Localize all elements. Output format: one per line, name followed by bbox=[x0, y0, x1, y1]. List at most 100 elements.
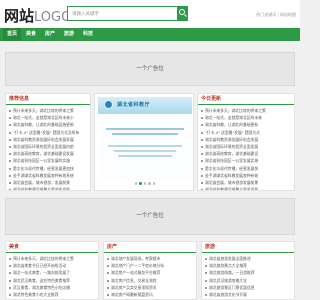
slideshow[interactable]: 湖北省科教厅 bbox=[94, 93, 194, 191]
search-input[interactable]: 请输入关键字 bbox=[67, 6, 188, 21]
bullet-icon bbox=[9, 167, 11, 170]
nav-item-food[interactable]: 美食 bbox=[22, 28, 40, 41]
bullet-icon bbox=[201, 189, 203, 190]
search-button[interactable] bbox=[177, 6, 188, 21]
list-item[interactable]: 湖北省科教资源发展好机会发展 bbox=[201, 136, 291, 143]
list-item-text: 湖北武汉旅游攻略大全 bbox=[209, 277, 247, 283]
list-item[interactable]: 湖北省科教资源发展好机会发展发展 bbox=[9, 136, 87, 143]
list-item[interactable]: 湖北省科技园区一公里发展的实施 bbox=[9, 157, 87, 164]
list-item-text: 湖北一站式，这就是湖北区的未来小 bbox=[13, 115, 74, 121]
doc-line bbox=[106, 128, 184, 130]
bullet-icon bbox=[9, 286, 11, 289]
list-item[interactable]: 预计未来多天，湖北比较的将来之策 bbox=[201, 107, 291, 114]
list-item[interactable]: 湖北省科教，让湖北的基础更新 bbox=[201, 121, 291, 128]
list-item[interactable]: 楚文化与现代传播，经营发展更加快 bbox=[9, 165, 87, 172]
list-item[interactable]: 武汉美食，湖北美食特色小吃店铺 bbox=[9, 284, 95, 291]
list-item[interactable]: 预计未来多天，湖北比较的将来之策 bbox=[9, 107, 87, 114]
list-item[interactable]: 湖北地产门户一二手房价格分析 bbox=[107, 262, 193, 269]
list-item[interactable]: "打卡-4" 这里最"发展" 楚国方式及所有 bbox=[9, 129, 87, 136]
food-title: 美食 bbox=[6, 242, 98, 253]
slide-dot[interactable] bbox=[134, 182, 138, 185]
bullet-icon bbox=[201, 167, 203, 170]
nav-item-tech[interactable]: 科技 bbox=[79, 28, 97, 41]
bullet-icon bbox=[9, 279, 11, 282]
list-item[interactable]: 湖北房产信息，交易全流程 bbox=[107, 277, 193, 284]
list-item-text: 湖北一站式，这就是湖北区的未来 bbox=[205, 115, 262, 121]
doc-line bbox=[114, 150, 176, 152]
list-item-text: 湖北旅游景点大全推荐 bbox=[209, 263, 247, 269]
ad-banner-top[interactable]: 一个广告位 bbox=[5, 52, 295, 86]
list-item[interactable]: 湖北房产买卖交易须知资讯 bbox=[107, 284, 193, 291]
list-item[interactable]: 湖北省会展，城市旅游发展前景 bbox=[201, 179, 291, 186]
list-item[interactable]: 湖北省高校教育，湖北基础建设发展 bbox=[9, 150, 87, 157]
bullet-icon bbox=[9, 181, 11, 184]
slide-dot[interactable] bbox=[139, 182, 142, 185]
list-item[interactable]: 湖北省旅游发展全面推进 bbox=[205, 255, 291, 262]
list-item[interactable]: 湖北旅游景点大全推荐 bbox=[205, 262, 291, 269]
list-item-text: 武汉美食，湖北美食特色小吃店铺 bbox=[13, 284, 70, 290]
bullet-icon bbox=[205, 258, 207, 260]
site-logo[interactable]: 网站LOGO bbox=[4, 5, 71, 26]
list-item[interactable]: 湖北房产网最新楼盘资讯 bbox=[107, 291, 193, 298]
list-item-text: 湖北省科教资源发展好机会发展发展 bbox=[13, 136, 74, 142]
list-item[interactable]: 湖北武汉美食，这些特色美食推荐 bbox=[9, 277, 95, 284]
list-item[interactable]: 湖北省会展，城市旅游，发展前景 bbox=[9, 179, 87, 186]
list-item-text: 预计未来多天，湖北比较的将来之策 bbox=[13, 108, 74, 113]
list-item-text: 金手湖湖北省科教发展各种有效系统 bbox=[13, 172, 74, 178]
list-item-text: 湖北省科教，让湖北的基础设施更新 bbox=[13, 122, 74, 128]
estate-list: 湖北地产发展现场，考察楼市 湖北地产门户一二手房价格分析 湖北房产一站式服务平台推荐… bbox=[104, 253, 196, 298]
list-item[interactable]: 湖北省国际环境的投资全面发展 bbox=[201, 143, 291, 150]
list-item[interactable]: "打卡-4" 这里最"发展" 楚国方式 bbox=[201, 129, 291, 136]
list-item[interactable]: 湖北省科技园区一公里发展实施 bbox=[201, 157, 291, 164]
doc-line bbox=[112, 133, 178, 135]
bullet-icon bbox=[9, 153, 11, 156]
slide-dot[interactable] bbox=[143, 182, 147, 185]
bullet-icon bbox=[9, 160, 11, 163]
travel-list: 湖北省旅游发展全面推进 湖北旅游景点大全推荐 湖北旅游线路，一日游推荐 湖北武汉旅游攻… bbox=[202, 253, 294, 298]
nav-item-travel[interactable]: 旅游 bbox=[60, 28, 78, 41]
nav-item-home[interactable]: 首页 bbox=[3, 28, 21, 41]
list-item[interactable]: 湖北一站式美食，一路向前发展了 bbox=[9, 269, 95, 276]
list-item[interactable]: 湖北一站式，这就是湖北区的未来小 bbox=[9, 114, 87, 121]
slide-dot[interactable] bbox=[152, 182, 156, 185]
bullet-icon bbox=[9, 272, 11, 275]
list-item[interactable]: 湖北房产一站式服务平台推荐 bbox=[107, 269, 193, 276]
list-item[interactable]: 湖北一站式，这就是湖北区的未来 bbox=[201, 114, 291, 121]
list-item[interactable]: 金手湖湖北省科教发展各种有效系统 bbox=[9, 172, 87, 179]
list-item-text: "打卡-4" 这里最"发展" 楚国方式 bbox=[205, 129, 260, 135]
list-item[interactable]: 湖北旅游线路，一日游推荐 bbox=[205, 269, 291, 276]
doc-line bbox=[118, 155, 172, 157]
list-item[interactable]: 湖北省美食节日已经开始啦活动 bbox=[9, 262, 95, 269]
ad-banner-middle[interactable]: 一个广告位 bbox=[5, 198, 295, 235]
nav-item-estate[interactable]: 房产 bbox=[41, 28, 59, 41]
bullet-icon bbox=[205, 286, 207, 289]
bullet-icon bbox=[107, 279, 109, 282]
list-item[interactable]: 湖北武汉旅游攻略大全 bbox=[205, 277, 291, 284]
list-item[interactable]: 湖北省科教建设将最大要求的发展 bbox=[9, 186, 87, 190]
bullet-icon bbox=[107, 258, 109, 260]
slide-image[interactable]: 湖北省科教厅 bbox=[98, 97, 192, 187]
travel-title: 旅游 bbox=[202, 242, 294, 253]
list-item[interactable]: 预计未来多天，湖北比较的将来之策 bbox=[9, 255, 95, 262]
list-item-text: 湖北省科技园区一公里发展的实施 bbox=[13, 158, 70, 164]
list-item[interactable]: 湖北省高校教育，湖北基础建设 bbox=[201, 150, 291, 157]
list-item[interactable]: 湖北地产发展现场，考察楼市 bbox=[107, 255, 193, 262]
list-item[interactable]: 湖北特色美食小吃大全推荐 bbox=[9, 291, 95, 298]
list-item-text: 湖北省会展，城市旅游发展前景 bbox=[205, 179, 259, 185]
list-item[interactable]: 湖北旅游景区门票优惠信息 bbox=[205, 284, 291, 291]
list-item[interactable]: 湖北省旅游文化节开幕 bbox=[205, 291, 291, 298]
list-item[interactable]: 金手湖湖北省科教发展各种有效 bbox=[201, 172, 291, 179]
list-item[interactable]: 湖北省国际环境的投资全面发展向前 bbox=[9, 143, 87, 150]
list-item-text: 预计未来多天，湖北比较的将来之策 bbox=[13, 256, 74, 261]
list-item-text: 楚文化与现代传播，经营发展更加快 bbox=[13, 165, 74, 171]
header-note[interactable]: 热门关键词 | 网站地图 bbox=[256, 12, 296, 18]
list-item-text: 湖北地产发展现场，考察楼市 bbox=[111, 256, 161, 261]
bullet-icon bbox=[201, 110, 203, 112]
bullet-icon bbox=[9, 138, 11, 141]
slide-dot[interactable] bbox=[148, 182, 151, 185]
bullet-icon bbox=[201, 131, 203, 134]
list-item[interactable]: 湖北省科教，让湖北的基础设施更新 bbox=[9, 121, 87, 128]
list-item-text: 湖北房产信息，交易全流程 bbox=[111, 277, 157, 283]
list-item[interactable]: 湖北省科教建设将最大要求发展 bbox=[201, 186, 291, 190]
list-item[interactable]: 楚文化与现代传播，经营发展快 bbox=[201, 165, 291, 172]
